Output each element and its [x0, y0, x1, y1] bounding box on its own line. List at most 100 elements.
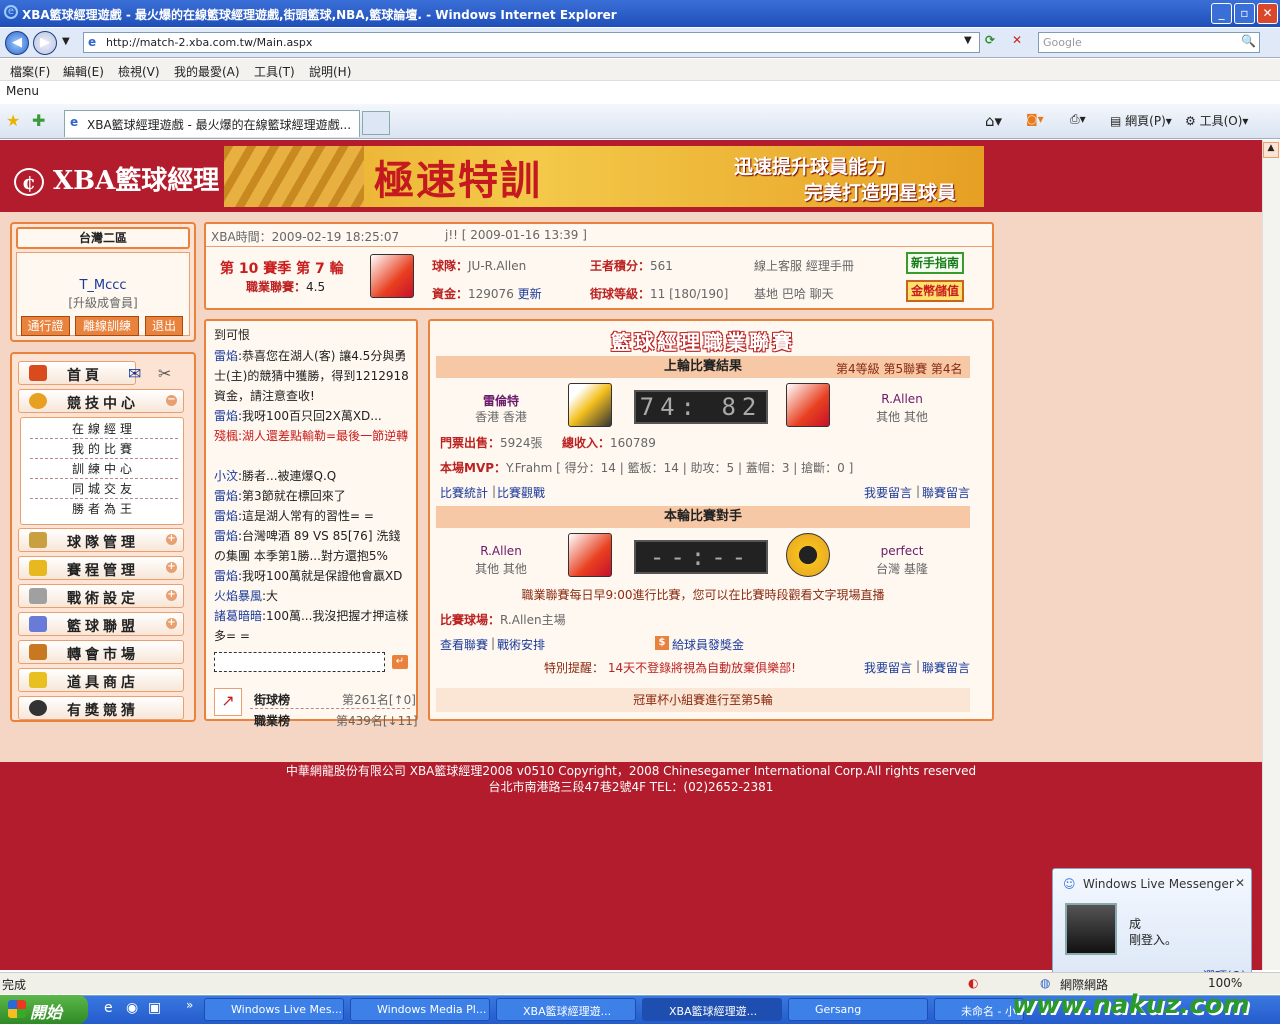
- close-button[interactable]: ✕: [1257, 3, 1278, 24]
- search-icon[interactable]: 🔍: [1241, 34, 1256, 48]
- settings-tools-icon[interactable]: ✂: [158, 364, 171, 383]
- stop-icon[interactable]: ✕: [1012, 33, 1032, 53]
- player-bonus-link[interactable]: 給球員發獎金: [672, 636, 744, 653]
- pro-ranking-label[interactable]: 職業榜: [254, 712, 290, 729]
- last-home-location: 香港 香港: [475, 410, 527, 424]
- search-input[interactable]: Google: [1038, 32, 1260, 53]
- rss-icon[interactable]: ◙▾: [1026, 112, 1044, 126]
- last-home-team[interactable]: 雷倫特: [436, 392, 566, 409]
- submenu-winner[interactable]: 勝者為王: [30, 500, 178, 519]
- nav-transfer[interactable]: 轉會市場: [18, 640, 184, 664]
- match-stats-link[interactable]: 比賽統計: [440, 484, 488, 501]
- back-button[interactable]: ◀: [5, 31, 29, 55]
- menu-tools[interactable]: 工具(T): [254, 63, 295, 80]
- maximize-button[interactable]: ▫: [1234, 3, 1255, 24]
- member-level-link[interactable]: [升級成會員]: [16, 294, 190, 311]
- show-desktop-icon[interactable]: ▣: [148, 1000, 161, 1016]
- match-watch-link[interactable]: 比賽觀戰: [497, 484, 545, 501]
- history-dropdown-icon[interactable]: ▼: [62, 36, 70, 47]
- messenger-notification[interactable]: ☺ Windows Live Messenger ✕ 成 剛登入。 選項(O): [1052, 868, 1252, 986]
- chat-message: 諸葛暗暗:100萬...我沒把握才押這樣多= =: [214, 609, 409, 643]
- logout-button[interactable]: 退出: [145, 316, 183, 336]
- next-home-logo: [568, 533, 612, 577]
- league-message-link[interactable]: 聯賽留言: [922, 484, 970, 501]
- task-gersang[interactable]: Gersang: [788, 998, 928, 1021]
- xba-logo[interactable]: ¢ XBA籃球經理: [14, 160, 219, 197]
- task-xba-1[interactable]: XBA籃球經理遊...: [496, 998, 636, 1021]
- scroll-up-icon[interactable]: ▲: [1263, 142, 1279, 158]
- nav-arena[interactable]: 競技中心 −: [18, 389, 184, 413]
- community-links[interactable]: 基地 巴哈 聊天: [754, 285, 834, 302]
- chat-input[interactable]: [214, 652, 385, 672]
- nav-prize[interactable]: 有獎競猜: [18, 696, 184, 720]
- favorites-star-icon[interactable]: ★: [6, 111, 20, 130]
- menu-file[interactable]: 檔案(F): [10, 63, 50, 80]
- nav-home[interactable]: 首頁: [18, 361, 136, 385]
- refresh-icon[interactable]: ⟳: [985, 33, 1005, 53]
- match-title: 籃球經理職業聯賽: [611, 330, 795, 354]
- ie-quicklaunch-icon[interactable]: e: [104, 1000, 113, 1016]
- menu-label: Menu: [6, 84, 39, 98]
- offline-training-button[interactable]: 離線訓練: [75, 316, 139, 336]
- next-away-team[interactable]: perfect: [840, 544, 964, 558]
- close-icon[interactable]: ✕: [1235, 876, 1245, 890]
- link-separator: |: [916, 659, 921, 673]
- minimize-button[interactable]: _: [1211, 3, 1232, 24]
- last-score-board: 74: 82: [634, 390, 768, 424]
- promo-banner[interactable]: 極速特訓 迅速提升球員能力 完美打造明星球員: [224, 146, 984, 207]
- address-dropdown-icon[interactable]: ▼: [964, 35, 972, 46]
- banner-title: 極速特訓: [374, 157, 542, 204]
- leave-message-link[interactable]: 我要留言: [864, 484, 912, 501]
- submenu-online-manager[interactable]: 在線經理: [30, 420, 178, 439]
- league-message-link-2[interactable]: 聯賽留言: [922, 659, 970, 676]
- forward-button[interactable]: ▶: [33, 31, 57, 55]
- nav-schedule[interactable]: 賽程管理 +: [18, 556, 184, 580]
- last-away-team[interactable]: R.Allen: [840, 392, 964, 406]
- quicklaunch-more-icon[interactable]: »: [186, 998, 193, 1012]
- chat-send-icon[interactable]: ↵: [392, 655, 408, 669]
- add-favorite-icon[interactable]: ✚: [32, 111, 45, 130]
- away-team-logo: [786, 383, 830, 427]
- zoom-level[interactable]: 100%: [1208, 976, 1242, 990]
- submenu-local-friends[interactable]: 同城交友: [30, 480, 178, 499]
- chat-header: 到可恨: [214, 328, 251, 342]
- address-input[interactable]: http://match-2.xba.com.tw/Main.aspx: [83, 32, 980, 53]
- team-icon: [29, 532, 47, 548]
- mail-icon[interactable]: ✉: [128, 364, 141, 383]
- money-update-link[interactable]: 更新: [518, 287, 542, 301]
- leave-message-link-2[interactable]: 我要留言: [864, 659, 912, 676]
- print-icon[interactable]: ⎙▾: [1070, 112, 1086, 127]
- menu-view[interactable]: 檢視(V): [118, 63, 160, 80]
- media-player-quicklaunch-icon[interactable]: ◉: [126, 1000, 138, 1016]
- street-ranking-label[interactable]: 街球榜: [254, 691, 290, 708]
- schedule-notice: 職業聯賽每日早9:00進行比賽，您可以在比賽時段觀看文字現場直播: [521, 588, 885, 602]
- tab-xba[interactable]: XBA籃球經理遊戲 - 最火爆的在線籃球經理遊戲...: [64, 110, 360, 137]
- page-menu-button[interactable]: ▤ 網頁(P)▾: [1110, 112, 1172, 129]
- guide-button[interactable]: 新手指南: [906, 252, 964, 274]
- submenu-training-center[interactable]: 訓練中心: [30, 460, 178, 479]
- gold-topup-button[interactable]: 金幣儲值: [906, 280, 964, 302]
- tactics-link[interactable]: 戰術安排: [497, 636, 545, 653]
- home-icon[interactable]: ⌂▾: [985, 112, 1002, 130]
- next-home-team[interactable]: R.Allen: [436, 544, 566, 558]
- pass-button[interactable]: 通行證: [21, 316, 70, 336]
- nav-team[interactable]: 球隊管理 +: [18, 528, 184, 552]
- popup-blocked-icon[interactable]: ◐: [968, 976, 978, 990]
- menu-help[interactable]: 說明(H): [309, 63, 351, 80]
- tools-menu-button[interactable]: ⚙ 工具(O)▾: [1185, 112, 1248, 129]
- service-links[interactable]: 線上客服 經理手冊: [754, 257, 854, 274]
- task-paint[interactable]: 未命名 - 小: [934, 998, 1024, 1021]
- task-xba-2[interactable]: XBA籃球經理遊...: [642, 998, 782, 1021]
- new-tab-button[interactable]: [362, 111, 390, 135]
- nav-shop[interactable]: 道具商店: [18, 668, 184, 692]
- menu-edit[interactable]: 編輯(E): [63, 63, 104, 80]
- task-live-messenger[interactable]: Windows Live Mes...: [204, 998, 344, 1021]
- view-league-link[interactable]: 查看聯賽: [440, 636, 488, 653]
- task-media-player[interactable]: Windows Media Pl...: [350, 998, 490, 1021]
- footer-address: 台北市南港路三段47巷2號4F TEL：(02)2652-2381: [488, 780, 774, 794]
- nav-tactics[interactable]: 戰術設定 +: [18, 584, 184, 608]
- submenu-my-matches[interactable]: 我的比賽: [30, 440, 178, 459]
- vertical-scrollbar[interactable]: ▲: [1262, 140, 1280, 970]
- menu-favorites[interactable]: 我的最愛(A): [174, 63, 240, 80]
- nav-league[interactable]: 籃球聯盟 +: [18, 612, 184, 636]
